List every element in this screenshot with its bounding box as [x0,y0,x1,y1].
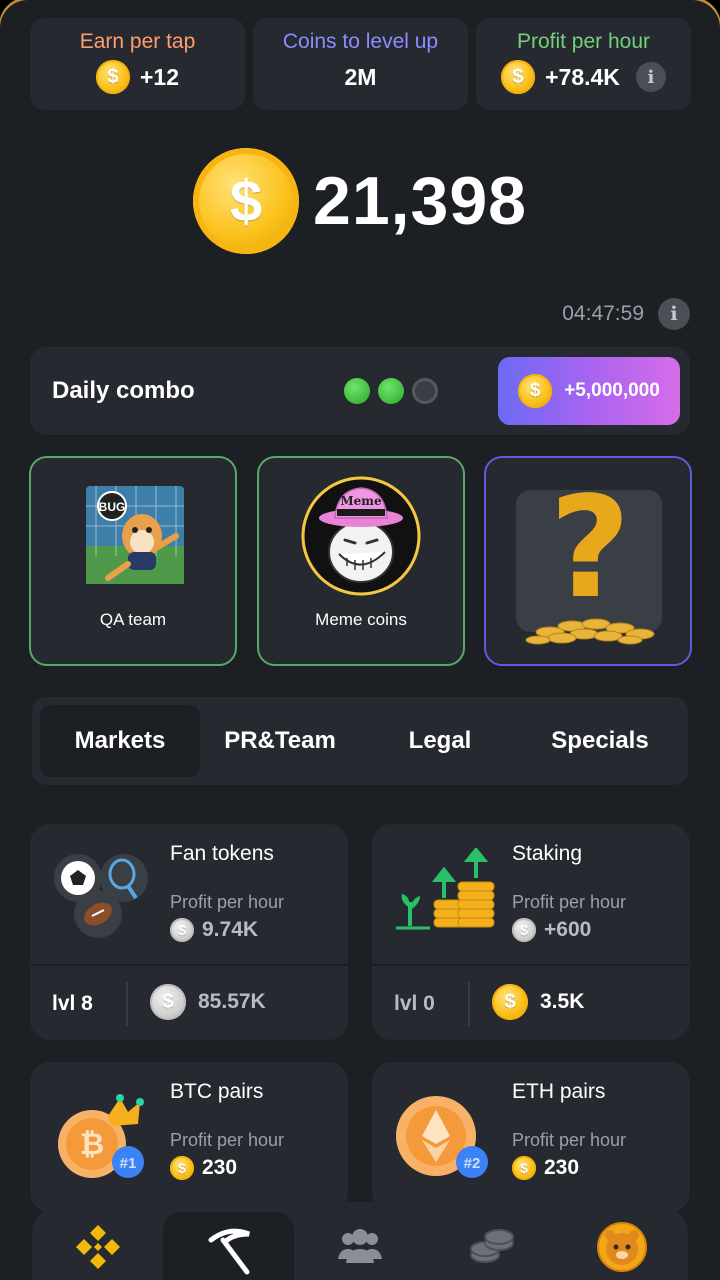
svg-text:#1: #1 [120,1155,137,1172]
profit-per-hour-label: Profit per hour [170,1130,285,1150]
earn-per-tap-stat: Earn per tap $ +12 [30,18,245,110]
upgrade-cost: 85.57K [198,990,266,1013]
staking-icon [396,848,495,930]
market-card-footer: lvl 8 $ 85.57K [30,964,348,1040]
eth-pairs-icon: #2 [396,1096,488,1178]
big-coin-icon: $ [193,148,299,254]
combo-card-meme-coins[interactable]: Meme Meme coins [257,456,465,666]
combo-dot-found [344,378,370,404]
profit-per-hour-value: 230 [544,1156,580,1179]
coin-icon: $ [501,60,536,94]
exchange-icon [75,1225,120,1269]
profit-per-hour-label: Profit per hour [512,1130,627,1150]
earn-coins-icon [470,1229,515,1263]
nav-friends[interactable] [294,1202,425,1280]
balance-display: $ 21,398 [0,148,720,254]
coin-icon: $ [170,918,194,942]
coins-to-level-up-stat: Coins to level up 2M [253,18,468,110]
combo-card-label: Meme coins [315,610,407,629]
profit-per-hour-value: 230 [202,1156,238,1179]
mine-pickaxe-icon [208,1228,250,1275]
market-level: lvl 8 [52,992,93,1015]
divider [468,982,470,1026]
coin-icon: $ [512,1156,536,1180]
coin-icon: $ [518,374,553,408]
upgrade-cost: 3.5K [540,990,585,1013]
tab-legal[interactable]: Legal [360,705,520,777]
balance-amount: 21,398 [313,163,527,239]
market-card-btc-pairs[interactable]: ₿ #1 BTC pairs Profit per hour $ 230 [30,1062,348,1212]
combo-dot-empty [412,378,438,404]
combo-progress-dots [344,378,438,404]
market-name: ETH pairs [512,1080,606,1103]
svg-text:#2: #2 [464,1155,481,1172]
nav-exchange[interactable] [32,1202,163,1280]
market-name: Staking [512,842,583,865]
earn-per-tap-label: Earn per tap [79,30,196,53]
coin-icon: $ [492,984,528,1020]
profit-per-hour-value: 9.74K [202,918,259,941]
profit-per-hour-label: Profit per hour [516,30,651,53]
airdrop-hamster-coin-icon [597,1222,648,1272]
combo-card-qa-team[interactable]: BUG QA team [29,456,237,666]
mystery-card-icon: ? [516,467,662,645]
combo-card-label: QA team [99,610,167,629]
coins-to-level-up-value: 2M [344,64,377,90]
combo-card-hidden[interactable]: ? [484,456,692,666]
daily-combo-bar: Daily combo $ +5,000,000 [30,347,690,435]
combo-reward-amount: +5,000,000 [564,380,660,401]
svg-text:₿: ₿ [80,1127,104,1162]
nav-mine[interactable] [163,1212,295,1280]
tab-markets[interactable]: Markets [40,705,200,777]
app-screen: Earn per tap $ +12 Coins to level up 2M … [0,0,720,1280]
tab-pr-team[interactable]: PR&Team [200,705,360,777]
market-card-eth-pairs[interactable]: #2 ETH pairs Profit per hour $ 230 [372,1062,690,1212]
svg-text:?: ? [549,467,630,630]
timer-value: 04:47:59 [562,302,644,325]
profit-per-hour-stat[interactable]: Profit per hour $ +78.4K i [476,18,691,110]
nav-earn[interactable] [426,1202,557,1280]
coin-icon: $ [170,1156,194,1180]
btc-pairs-icon: ₿ #1 [58,1094,144,1178]
bottom-navigation [32,1202,688,1280]
info-icon[interactable]: i [658,298,690,330]
market-card-staking[interactable]: Staking Profit per hour $ +600 lvl 0 $ 3… [372,824,690,1040]
profit-per-hour-value: +600 [544,918,592,941]
daily-combo-title: Daily combo [52,377,195,404]
nav-airdrop[interactable] [557,1202,688,1280]
combo-reward-button[interactable]: $ +5,000,000 [498,357,680,425]
coin-icon: $ [512,918,536,942]
friends-icon [338,1229,382,1263]
coin-icon: $ [95,60,130,94]
market-card-fan-tokens[interactable]: Fan tokens Profit per hour $ 9.74K lvl 8… [30,824,348,1040]
qa-team-art-icon: BUG [86,486,184,584]
fan-tokens-icon [54,854,148,938]
divider [126,982,128,1026]
meme-coins-art-icon: Meme [301,476,421,596]
profit-per-hour-value: +78.4K [545,63,620,90]
info-icon[interactable]: i [635,62,666,92]
category-tabs: Markets PR&Team Legal Specials [32,697,688,785]
market-name: Fan tokens [170,842,274,865]
market-name: BTC pairs [170,1080,264,1103]
coins-to-level-up-label: Coins to level up [282,30,439,53]
tab-specials[interactable]: Specials [520,705,680,777]
svg-text:Meme: Meme [340,494,382,508]
market-card-footer: lvl 0 $ 3.5K [372,964,690,1040]
profit-per-hour-label: Profit per hour [512,892,627,912]
svg-text:BUG: BUG [99,500,126,514]
combo-dot-found [378,378,404,404]
profit-per-hour-label: Profit per hour [170,892,285,912]
earn-per-tap-value: +12 [139,63,179,90]
market-level: lvl 0 [394,992,435,1015]
coin-icon: $ [150,984,186,1020]
combo-timer: 04:47:59 i [562,298,690,330]
